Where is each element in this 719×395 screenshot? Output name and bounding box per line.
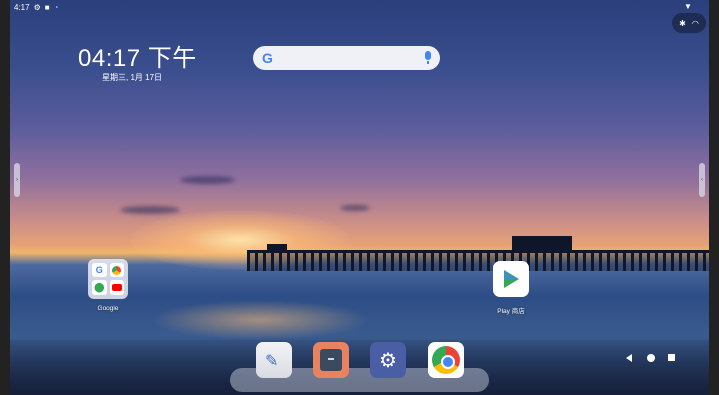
square-notification-icon: ■: [44, 2, 50, 12]
right-edge-handle[interactable]: ‹: [699, 163, 705, 197]
clock-widget-date: 星期三, 1月 17日: [102, 73, 163, 82]
status-time: 4:17: [14, 3, 30, 12]
maps-icon: ⬤: [92, 280, 107, 295]
status-bar: 4:17 ⚙ ■ ◔: [14, 3, 58, 12]
mic-icon[interactable]: [425, 51, 431, 64]
wallpaper-pier: [247, 250, 709, 271]
google-folder[interactable]: G ⬤: [88, 259, 128, 299]
wallpaper-pier-pavilion: [512, 236, 572, 252]
quick-settings-chip[interactable]: ✱ ◠: [672, 13, 706, 33]
clock-widget-time[interactable]: 04:17 下午: [78, 38, 197, 73]
wallpaper-water-reflection: [150, 300, 370, 340]
signal-icon: ▼: [684, 2, 692, 11]
files-app[interactable]: [313, 342, 349, 378]
settings-app[interactable]: ⚙: [370, 342, 406, 378]
chrome-icon: [432, 346, 460, 374]
chrome-app[interactable]: [428, 342, 464, 378]
chrome-icon: [109, 263, 124, 277]
wallpaper-pier-hut: [267, 244, 287, 252]
play-store-label: Play 商店: [497, 308, 525, 315]
google-search-bar[interactable]: G: [253, 46, 440, 70]
left-edge-handle[interactable]: ›: [14, 163, 20, 197]
google-folder-label: Google: [97, 305, 119, 312]
wallpaper-cloud: [340, 205, 370, 211]
play-store-icon[interactable]: [493, 261, 529, 297]
wifi-icon: ◠: [691, 18, 699, 28]
gear-icon: ⚙: [33, 2, 41, 12]
files-icon: [320, 349, 342, 371]
android-icon: ◔: [53, 2, 59, 12]
notes-app[interactable]: ✎: [256, 342, 292, 378]
google-g-icon: G: [262, 50, 273, 66]
pen-icon: ✎: [265, 353, 279, 370]
wallpaper-cloud: [180, 176, 235, 184]
google-icon: G: [92, 263, 107, 277]
wallpaper-cloud: [120, 206, 180, 214]
bluetooth-icon: ✱: [679, 18, 686, 28]
gear-icon: ⚙: [379, 349, 397, 372]
home-icon[interactable]: [647, 354, 655, 362]
recents-icon[interactable]: [668, 354, 675, 361]
youtube-icon: [109, 280, 124, 295]
back-icon[interactable]: [626, 354, 632, 362]
